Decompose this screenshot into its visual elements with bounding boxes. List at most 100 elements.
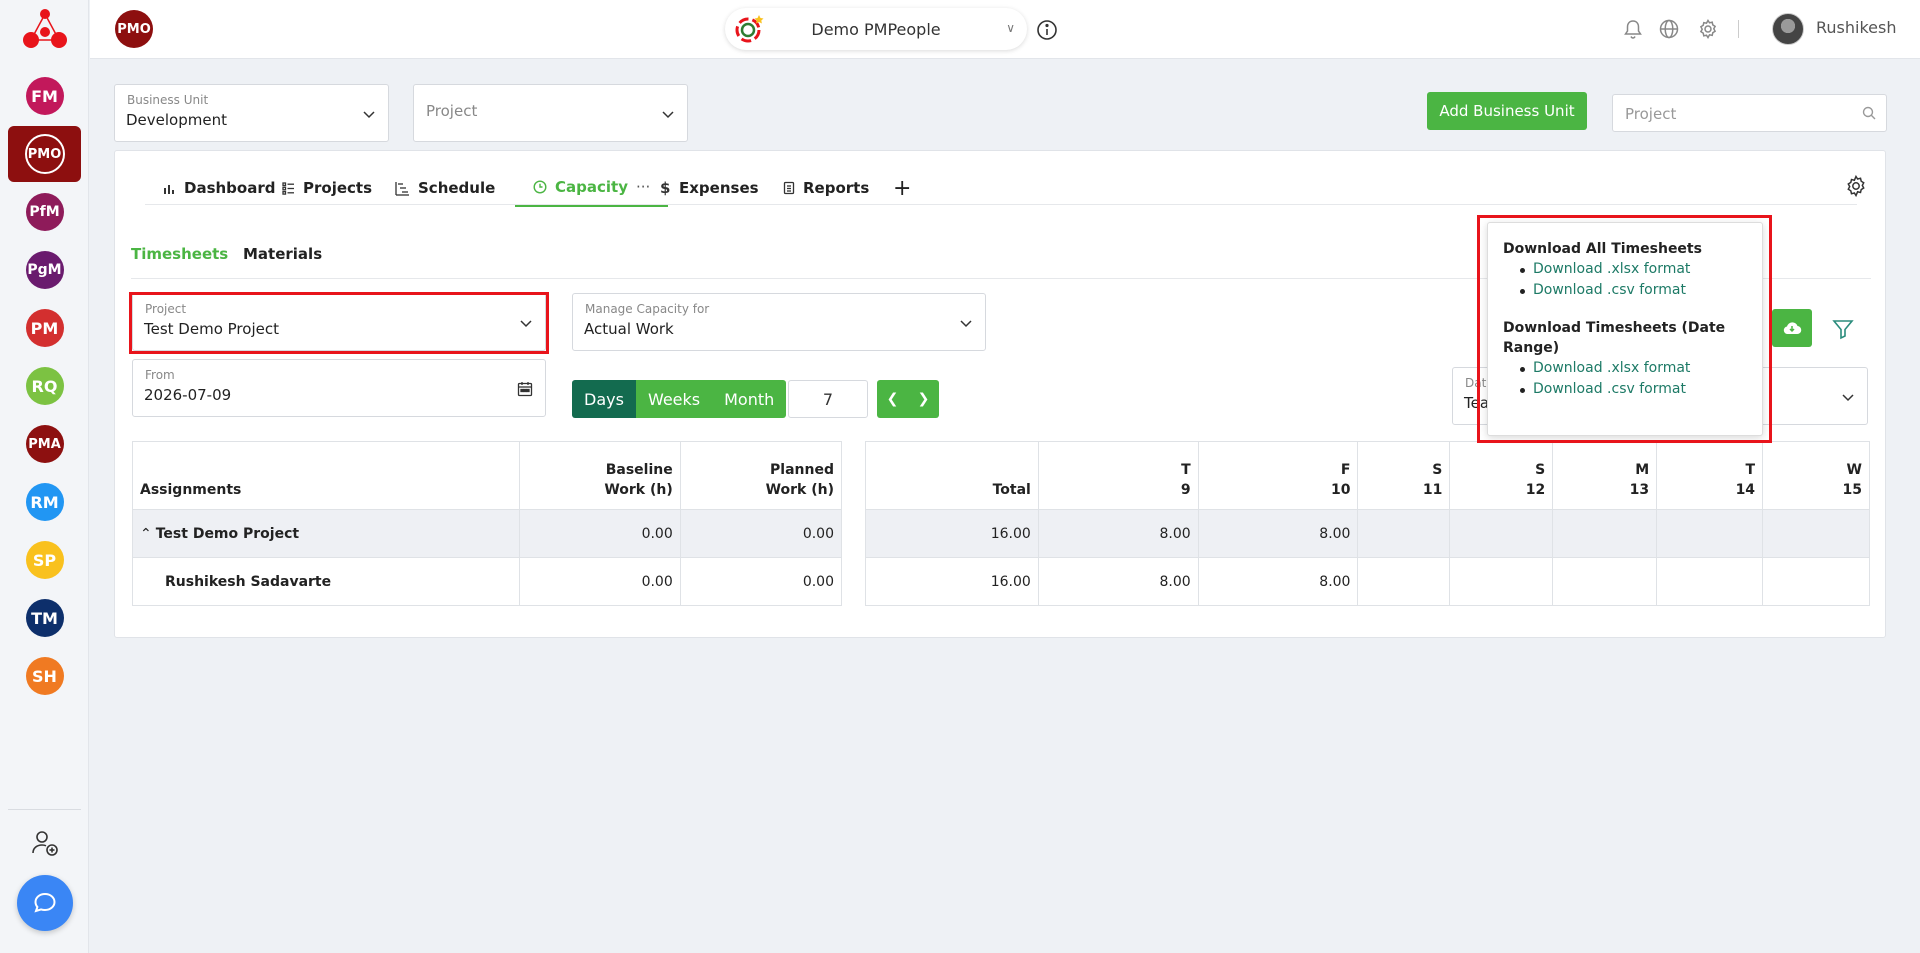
sidebar-item-rm[interactable]: RM (0, 474, 89, 530)
chat-bubble-icon (34, 892, 56, 913)
day-letter: S (1535, 462, 1546, 478)
manage-capacity-select[interactable]: Manage Capacity for Actual Work (572, 293, 986, 351)
from-date-field[interactable]: From 2026-07-09 (132, 359, 546, 417)
day-letter: S (1432, 462, 1443, 478)
top-bar: PMO Demo PMPeople ∨ Rushikesh (90, 0, 1920, 59)
day-header: T 14 (1656, 441, 1764, 510)
filter-icon[interactable] (1831, 317, 1855, 341)
sidebar-item-pma[interactable]: PMA (0, 416, 89, 472)
tab-dashboard[interactable]: Dashboard (163, 169, 275, 207)
cloud-download-icon (1783, 322, 1802, 335)
app-logo[interactable] (20, 4, 70, 52)
tab-expenses[interactable]: $ Expenses (659, 169, 759, 207)
tm-badge: TM (25, 599, 64, 637)
rm-badge: RM (25, 483, 64, 521)
add-tab-button[interactable]: + (893, 169, 911, 207)
sidebar-item-pm[interactable]: PM (0, 300, 89, 356)
calendar-icon[interactable] (517, 381, 533, 397)
day-cell[interactable] (1449, 509, 1554, 558)
download-button[interactable] (1772, 309, 1812, 347)
sidebar-item-tm[interactable]: TM (0, 590, 89, 646)
prev-period-button[interactable]: ❮ (887, 391, 899, 407)
day-cell[interactable]: 8.00 (1197, 557, 1359, 606)
popover-highlight (1477, 215, 1772, 443)
period-toggle: Days Weeks Month (572, 380, 787, 418)
bell-icon[interactable] (1622, 18, 1644, 40)
period-count-input[interactable]: 7 (788, 380, 868, 418)
day-number: 13 (1629, 482, 1650, 498)
tab-projects[interactable]: Projects (282, 169, 372, 207)
day-number: 10 (1330, 482, 1351, 498)
business-unit-value: Development (126, 111, 227, 129)
add-user-icon[interactable] (30, 828, 60, 858)
sidebar-item-sp[interactable]: SP (0, 532, 89, 588)
project-select[interactable]: Project (413, 84, 688, 142)
chat-button[interactable] (17, 875, 73, 931)
tab-schedule[interactable]: Schedule (395, 169, 495, 207)
business-unit-label: Business Unit (127, 93, 209, 107)
settings-gear-icon[interactable] (1844, 174, 1868, 198)
day-cell[interactable]: 8.00 (1037, 509, 1199, 558)
tab-capacity-label: Capacity (555, 178, 628, 196)
tab-capacity[interactable]: Capacity ··· (515, 169, 669, 207)
total-cell: 16.00 (865, 509, 1039, 558)
day-cell[interactable] (1357, 509, 1451, 558)
day-cell[interactable] (1762, 509, 1870, 558)
sidebar-item-pmo[interactable]: PMO (8, 126, 81, 182)
collapse-icon[interactable]: ⌃ (140, 526, 152, 542)
next-period-button[interactable]: ❯ (918, 391, 930, 407)
business-unit-select[interactable]: Business Unit Development (114, 84, 389, 142)
user-name[interactable]: Rushikesh (1816, 18, 1896, 37)
day-cell[interactable]: 8.00 (1037, 557, 1199, 606)
assignments-header: Assignments (132, 441, 520, 510)
pgm-badge: PgM (25, 251, 64, 289)
manage-capacity-label: Manage Capacity for (585, 302, 710, 316)
days-button[interactable]: Days (572, 380, 636, 418)
module-badge[interactable]: PMO (115, 10, 153, 48)
workspace-selector[interactable]: Demo PMPeople ∨ (725, 8, 1027, 50)
avatar[interactable] (1772, 13, 1804, 45)
weeks-button[interactable]: Weeks (635, 380, 713, 418)
project-placeholder: Project (426, 102, 478, 120)
sidebar-item-rq[interactable]: RQ (0, 358, 89, 414)
pmo-badge: PMO (24, 134, 65, 174)
day-cell[interactable] (1656, 509, 1764, 558)
table-row: Rushikesh Sadavarte 0.00 0.00 (132, 557, 843, 606)
day-number: 12 (1525, 482, 1546, 498)
sidebar-item-pgm[interactable]: PgM (0, 242, 89, 298)
day-cell[interactable] (1656, 557, 1764, 606)
day-cell[interactable] (1449, 557, 1554, 606)
sidebar-item-sh[interactable]: SH (0, 648, 89, 704)
sp-badge: SP (25, 541, 64, 579)
subtab-materials[interactable]: Materials (243, 245, 322, 263)
day-header: S 11 (1357, 441, 1451, 510)
more-options-icon[interactable]: ··· (636, 178, 650, 196)
day-number: 15 (1842, 482, 1862, 498)
baseline-header-line1: Baseline (605, 462, 673, 478)
total-cell: 16.00 (865, 557, 1039, 606)
project-search-input[interactable]: Project (1612, 94, 1887, 132)
planned-cell: 0.00 (679, 557, 843, 606)
subtab-timesheets[interactable]: Timesheets (131, 245, 228, 263)
settings-gear-icon[interactable] (1697, 18, 1719, 40)
sidebar-item-fm[interactable]: FM (0, 68, 89, 124)
day-cell[interactable] (1552, 509, 1658, 558)
period-nav: ❮ ❯ (877, 380, 939, 418)
day-cell[interactable]: 8.00 (1197, 509, 1359, 558)
info-icon[interactable] (1036, 19, 1058, 41)
fm-badge: FM (25, 77, 64, 115)
rq-badge: RQ (25, 367, 64, 405)
day-cell[interactable] (1552, 557, 1658, 606)
baseline-work-header: Baseline Work (h) (518, 441, 681, 510)
table-row: 16.00 8.00 8.00 (865, 509, 1870, 558)
sidebar-item-pfm[interactable]: PfM (0, 184, 89, 240)
topbar-separator (1738, 20, 1739, 38)
chevron-down-icon (662, 111, 674, 119)
tab-reports[interactable]: Reports (783, 169, 869, 207)
day-cell[interactable] (1762, 557, 1870, 606)
globe-icon[interactable] (1658, 18, 1680, 40)
month-button[interactable]: Month (712, 380, 787, 418)
planned-cell: 0.00 (679, 509, 843, 558)
day-cell[interactable] (1357, 557, 1451, 606)
add-business-unit-button[interactable]: Add Business Unit (1427, 92, 1587, 130)
